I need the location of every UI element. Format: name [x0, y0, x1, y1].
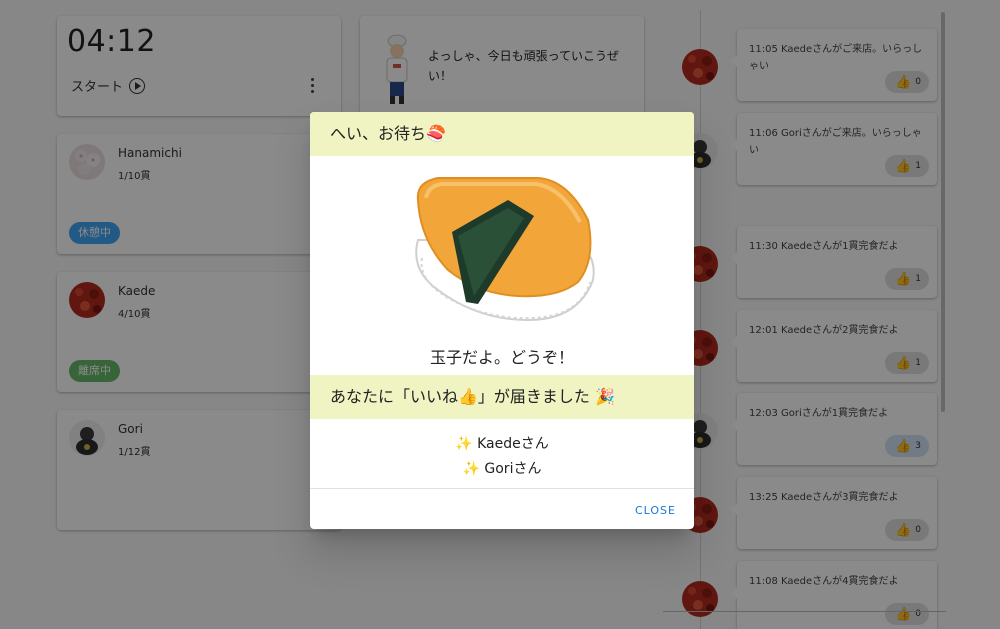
tamago-sushi-image [415, 177, 595, 322]
liker-item: ✨ Goriさん [462, 461, 542, 477]
dish-message: 玉子だよ。どうぞ！ [429, 348, 574, 367]
close-button[interactable]: CLOSE [631, 500, 680, 521]
dialog-divider [310, 488, 694, 489]
order-dialog: へい、お待ち🍣 玉子だよ。どうぞ！ あなたに「いいね👍」が届きました 🎉 ✨ K… [310, 112, 694, 529]
dialog-title: へい、お待ち🍣 [310, 112, 694, 156]
likers-list: ✨ Kaedeさん ✨ Goriさん [310, 432, 694, 482]
like-notice-title: あなたに「いいね👍」が届きました 🎉 [310, 375, 694, 419]
liker-item: ✨ Kaedeさん [455, 436, 549, 452]
